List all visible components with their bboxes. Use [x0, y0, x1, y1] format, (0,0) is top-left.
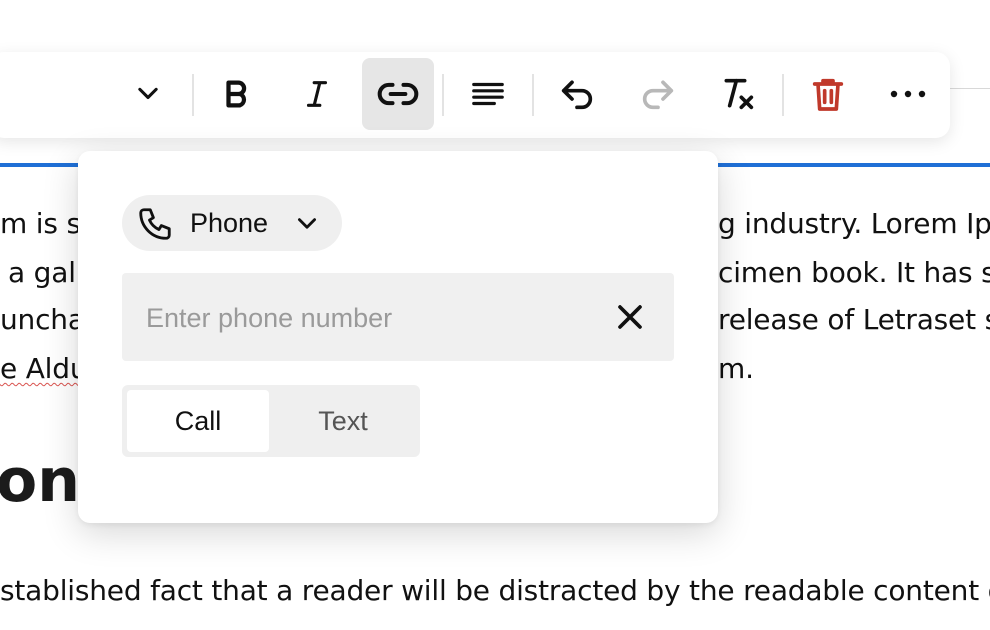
toolbar-separator	[192, 74, 194, 116]
redo-button[interactable]	[622, 58, 694, 130]
chevron-down-icon	[298, 218, 316, 229]
phone-field	[122, 273, 674, 361]
document-line: m.	[718, 352, 754, 385]
document-heading: on	[0, 446, 80, 516]
document-line: release of Letraset s	[718, 303, 990, 336]
document-line: stablished fact that a reader will be di…	[0, 574, 990, 607]
redo-icon	[642, 80, 674, 110]
document-line: g industry. Lorem Ip	[718, 207, 990, 240]
close-icon	[618, 305, 642, 329]
action-segmented-control: Call Text	[122, 385, 420, 457]
phone-input[interactable]	[144, 299, 588, 337]
undo-icon	[561, 80, 593, 110]
bold-button[interactable]	[201, 58, 273, 130]
link-icon	[377, 82, 419, 106]
link-popover: Phone Call Text	[78, 151, 718, 523]
delete-button[interactable]	[792, 58, 864, 130]
trash-icon	[812, 78, 844, 111]
more-icon	[890, 90, 926, 98]
document-line: a gall	[8, 256, 84, 289]
chevron-down-icon[interactable]	[112, 58, 184, 130]
clear-button[interactable]	[610, 297, 650, 337]
clear-format-icon	[724, 78, 754, 110]
toolbar-separator	[782, 74, 784, 116]
italic-icon	[306, 81, 328, 107]
text-option[interactable]: Text	[272, 390, 414, 452]
clear-format-button[interactable]	[702, 58, 774, 130]
link-type-label: Phone	[190, 208, 269, 238]
bold-icon	[226, 80, 247, 108]
align-left-icon	[472, 82, 504, 106]
link-type-select[interactable]: Phone	[122, 195, 342, 251]
document-line: cimen book. It has su	[718, 256, 990, 289]
formatting-toolbar	[0, 52, 950, 138]
align-button[interactable]	[452, 58, 524, 130]
toolbar-separator	[442, 74, 444, 116]
toolbar-separator	[532, 74, 534, 116]
call-option[interactable]: Call	[127, 390, 269, 452]
link-button[interactable]	[362, 58, 434, 130]
undo-button[interactable]	[541, 58, 613, 130]
more-button[interactable]	[872, 58, 944, 130]
phone-icon	[139, 208, 171, 240]
document-line: e Aldu	[0, 352, 88, 385]
italic-button[interactable]	[281, 58, 353, 130]
